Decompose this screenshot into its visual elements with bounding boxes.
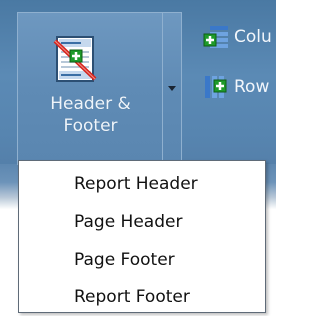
header-footer-label-line2: Footer xyxy=(63,116,118,136)
header-footer-button[interactable]: Header & Footer xyxy=(17,12,162,165)
menu-item-report-footer[interactable]: Report Footer xyxy=(19,278,320,316)
insert-column-icon xyxy=(203,26,228,48)
header-footer-label: Header & Footer xyxy=(18,93,163,137)
header-footer-label-line1: Header & xyxy=(50,94,131,114)
insert-row-label: Row xyxy=(234,77,270,97)
header-footer-dropdown-button[interactable] xyxy=(162,12,182,165)
menu-item-page-header[interactable]: Page Header xyxy=(19,203,320,241)
menu-item-page-footer[interactable]: Page Footer xyxy=(19,241,320,279)
chevron-down-icon xyxy=(168,86,176,91)
menu-item-report-header[interactable]: Report Header xyxy=(19,165,320,203)
insert-row-icon xyxy=(205,76,227,98)
insert-row-button[interactable]: Row xyxy=(202,74,269,100)
header-footer-icon xyxy=(53,36,97,82)
header-footer-dropdown-menu: Report Header Page Header Page Footer Re… xyxy=(18,160,266,313)
insert-column-button[interactable]: Colu xyxy=(202,24,272,50)
insert-column-label: Colu xyxy=(234,27,272,47)
